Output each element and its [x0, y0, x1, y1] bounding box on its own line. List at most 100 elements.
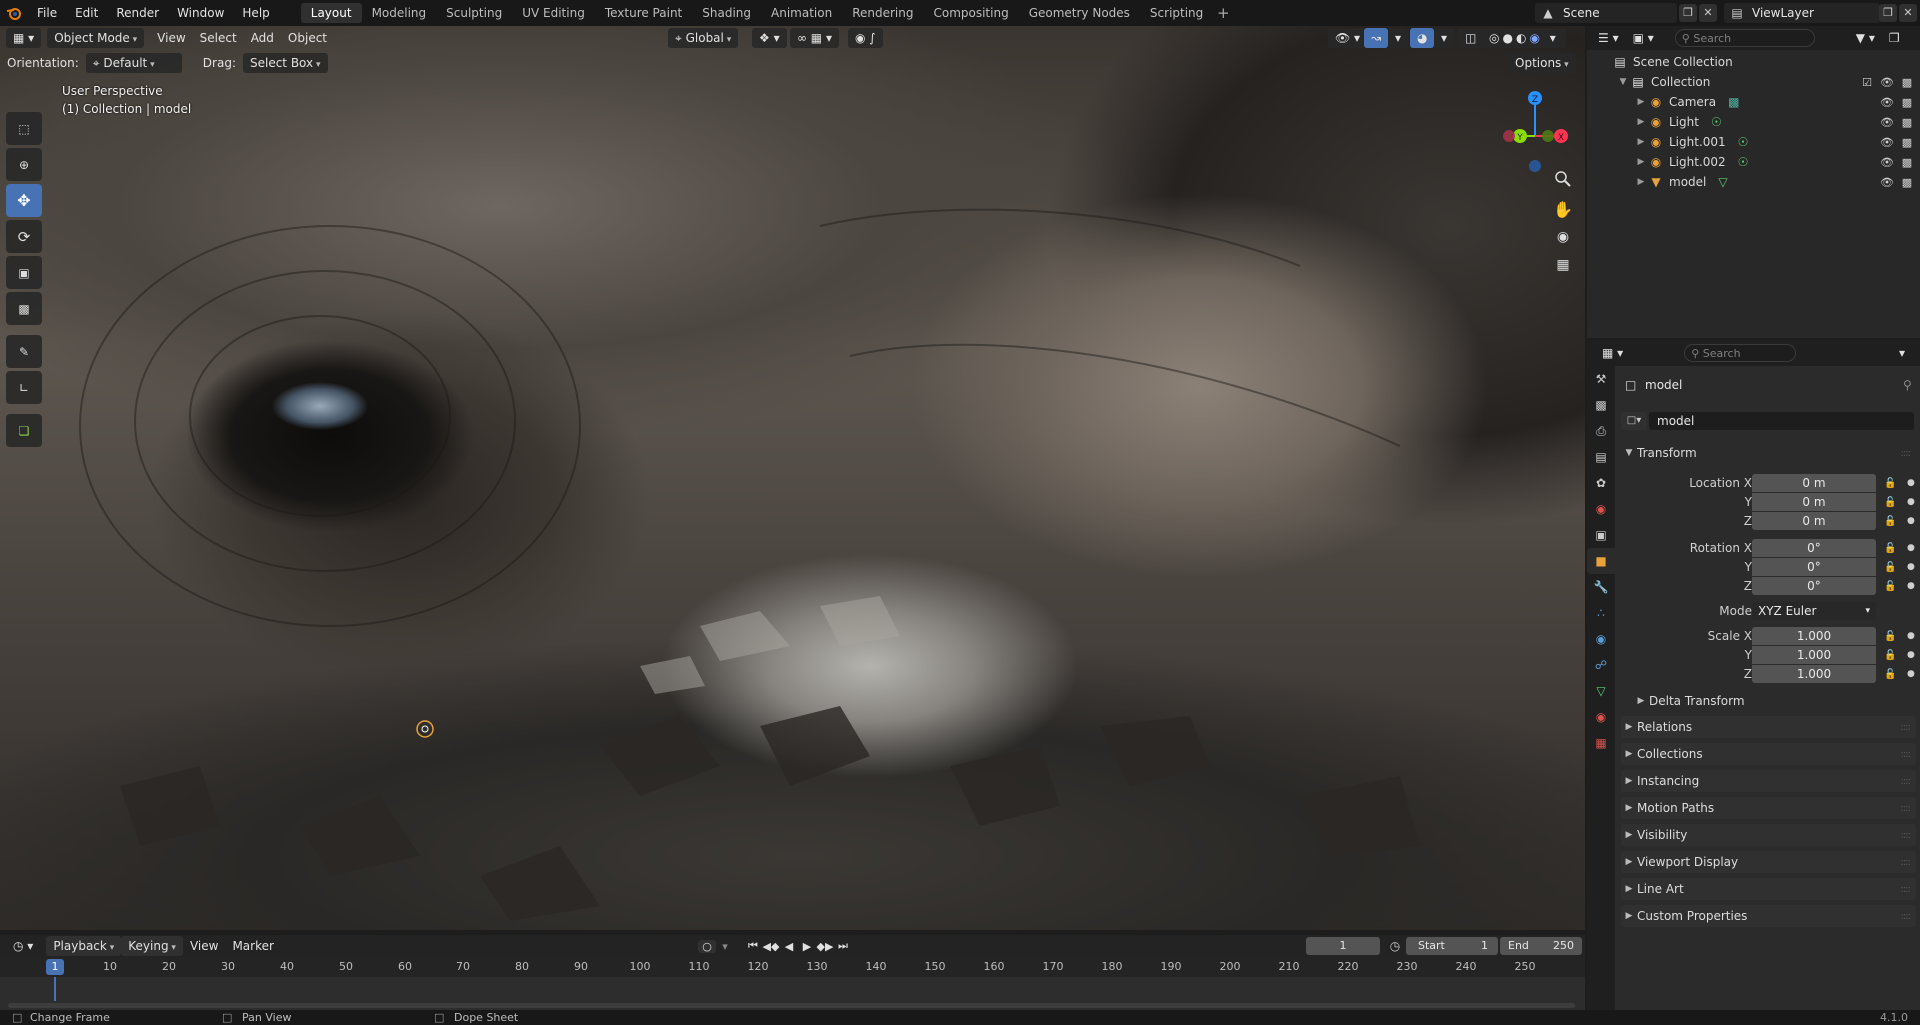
- clock-icon[interactable]: ◷: [1386, 937, 1404, 955]
- transform-panel-header[interactable]: ▼ Transform ::::: [1621, 442, 1916, 464]
- tab-view-layer[interactable]: ▤: [1587, 444, 1615, 470]
- menu-render[interactable]: Render: [107, 0, 168, 26]
- playhead-line[interactable]: [54, 977, 56, 1001]
- jump-end-icon[interactable]: ⏭: [834, 939, 852, 953]
- light-data-icon[interactable]: ☉: [1738, 135, 1749, 149]
- tab-modeling[interactable]: Modeling: [362, 3, 437, 23]
- tab-compositing[interactable]: Compositing: [923, 3, 1018, 23]
- lock-icon[interactable]: 🔓: [1884, 562, 1896, 573]
- drag-grip-icon[interactable]: ::::: [1901, 448, 1912, 459]
- cursor-tool[interactable]: ⊕: [6, 148, 42, 181]
- scale-y-field[interactable]: 1.000: [1752, 646, 1876, 664]
- expand-arrow-icon[interactable]: ▶: [1635, 117, 1647, 127]
- add-workspace-button[interactable]: +: [1213, 4, 1233, 22]
- outliner-item-light-001[interactable]: ▶ ◉ Light.001 ☉ 👁 ▩: [1587, 132, 1920, 152]
- instancing-panel-header[interactable]: ▶ Instancing::::: [1621, 770, 1916, 792]
- tab-material[interactable]: ◉: [1587, 704, 1615, 730]
- snap-toggle-button[interactable]: ∞ ▦ ▾: [790, 28, 839, 48]
- delta-transform-subpanel-header[interactable]: ▶ Delta Transform: [1633, 690, 1916, 712]
- eye-icon[interactable]: 👁: [1880, 176, 1894, 189]
- tab-constraints[interactable]: ☍: [1587, 652, 1615, 678]
- expand-arrow-icon[interactable]: ▶: [1635, 137, 1647, 147]
- drag-grip-icon[interactable]: ::::: [1901, 911, 1912, 922]
- keyframe-dot-icon[interactable]: ●: [1907, 516, 1915, 526]
- expand-arrow-icon[interactable]: ▶: [1635, 157, 1647, 167]
- blender-logo-icon[interactable]: [0, 0, 28, 26]
- editor-type-button[interactable]: ▦ ▾: [6, 28, 42, 48]
- drag-grip-icon[interactable]: ::::: [1901, 884, 1912, 895]
- jump-start-icon[interactable]: ⏮: [744, 939, 762, 953]
- custom-properties-panel-header[interactable]: ▶ Custom Properties::::: [1621, 905, 1916, 927]
- camera-data-icon[interactable]: ▩: [1728, 95, 1739, 109]
- delete-scene-button[interactable]: ✕: [1699, 4, 1717, 22]
- drag-grip-icon[interactable]: ::::: [1901, 722, 1912, 733]
- keyframe-dot-icon[interactable]: ●: [1907, 497, 1915, 507]
- menu-select[interactable]: Select: [193, 28, 244, 48]
- keyframe-dot-icon[interactable]: ●: [1907, 543, 1915, 553]
- lock-icon[interactable]: 🔓: [1884, 631, 1896, 642]
- tab-sculpting[interactable]: Sculpting: [436, 3, 512, 23]
- menu-help[interactable]: Help: [233, 0, 278, 26]
- select-box-tool[interactable]: ⬚: [6, 112, 42, 145]
- tab-modifiers[interactable]: 🔧: [1587, 574, 1615, 600]
- drag-grip-icon[interactable]: ::::: [1901, 803, 1912, 814]
- timeline-view-menu[interactable]: View: [183, 936, 225, 956]
- tab-scene[interactable]: ✿: [1587, 470, 1615, 496]
- light-data-icon[interactable]: ☉: [1711, 115, 1722, 129]
- play-icon[interactable]: ▶: [798, 940, 816, 953]
- render-camera-icon[interactable]: ▩: [1900, 96, 1914, 109]
- object-type-dropdown[interactable]: □▾: [1621, 412, 1647, 430]
- tab-data[interactable]: ▽: [1587, 678, 1615, 704]
- menu-file[interactable]: File: [28, 0, 66, 26]
- frame-ruler[interactable]: 1 10 20 30 40 50 60 70 80 90 100 110 120…: [0, 957, 1585, 977]
- rotate-tool[interactable]: ⟳: [6, 220, 42, 253]
- gizmo-dropdown[interactable]: ▾: [1388, 28, 1409, 48]
- viewlayer-selector[interactable]: ▤ ViewLayer: [1724, 3, 1880, 23]
- zoom-icon[interactable]: [1550, 166, 1576, 192]
- render-camera-icon[interactable]: ▩: [1900, 156, 1914, 169]
- menu-window[interactable]: Window: [168, 0, 233, 26]
- proportional-editing-button[interactable]: ◉ ∫: [848, 28, 883, 48]
- auto-keying-dropdown[interactable]: ▾: [716, 940, 734, 953]
- scene-name[interactable]: Scene: [1561, 6, 1677, 20]
- keyframe-dot-icon[interactable]: ●: [1907, 650, 1915, 660]
- measure-tool[interactable]: ∟: [6, 371, 42, 404]
- tab-texture[interactable]: ▦: [1587, 730, 1615, 756]
- keyframe-dot-icon[interactable]: ●: [1907, 581, 1915, 591]
- keyframe-dot-icon[interactable]: ●: [1907, 562, 1915, 572]
- filter-button[interactable]: ▼ ▾: [1849, 28, 1882, 48]
- drag-grip-icon[interactable]: ::::: [1901, 857, 1912, 868]
- new-collection-button[interactable]: ❐: [1882, 28, 1907, 48]
- expand-arrow-icon[interactable]: ▼: [1617, 77, 1629, 87]
- lock-icon[interactable]: 🔓: [1884, 650, 1896, 661]
- collection-row[interactable]: ▼ ▤ Collection ☑ 👁 ▩: [1587, 72, 1920, 92]
- render-camera-icon[interactable]: ▩: [1900, 176, 1914, 189]
- tab-physics[interactable]: ◉: [1587, 626, 1615, 652]
- overlay-dropdown[interactable]: ▾: [1434, 28, 1455, 48]
- timeline-editor-type-button[interactable]: ◷ ▾: [6, 936, 40, 956]
- tab-layout[interactable]: Layout: [300, 3, 362, 23]
- mode-selector[interactable]: Object Mode: [47, 28, 145, 48]
- exclude-checkbox-icon[interactable]: ☑: [1860, 76, 1874, 89]
- outliner-search-input[interactable]: ⚲ Search: [1674, 29, 1815, 47]
- visibility-filter-button[interactable]: 👁 ▾: [1328, 28, 1368, 48]
- lock-icon[interactable]: 🔓: [1884, 516, 1896, 527]
- drag-grip-icon[interactable]: ::::: [1901, 776, 1912, 787]
- line-art-panel-header[interactable]: ▶ Line Art::::: [1621, 878, 1916, 900]
- properties-search-input[interactable]: ⚲ Search: [1684, 344, 1797, 362]
- lock-icon[interactable]: 🔓: [1884, 497, 1896, 508]
- eye-icon[interactable]: 👁: [1880, 156, 1894, 169]
- render-camera-icon[interactable]: ▩: [1900, 76, 1914, 89]
- tab-object[interactable]: ■: [1587, 548, 1615, 574]
- xray-toggle-button[interactable]: ◫: [1458, 28, 1484, 48]
- transform-orientation-selector[interactable]: ⌖ Global: [668, 28, 739, 48]
- playback-menu[interactable]: Playback: [46, 936, 122, 956]
- timeline-scrollbar[interactable]: [8, 1003, 1575, 1008]
- eye-icon[interactable]: 👁: [1880, 116, 1894, 129]
- scene-collection-row[interactable]: ▤ Scene Collection: [1587, 52, 1920, 72]
- tab-scripting[interactable]: Scripting: [1140, 3, 1213, 23]
- keyframe-dot-icon[interactable]: ●: [1907, 669, 1915, 679]
- outliner-editor-type-button[interactable]: ☰ ▾: [1591, 28, 1626, 48]
- location-z-field[interactable]: 0 m: [1752, 512, 1876, 530]
- viewport-display-panel-header[interactable]: ▶ Viewport Display::::: [1621, 851, 1916, 873]
